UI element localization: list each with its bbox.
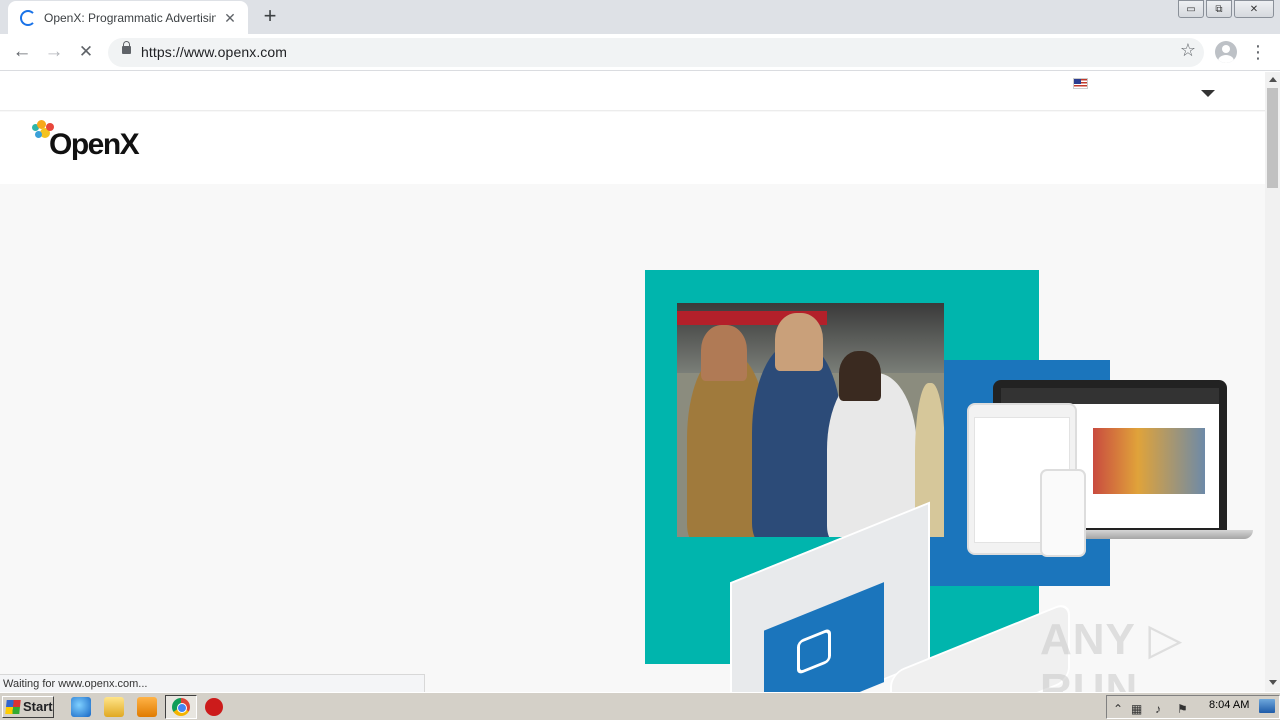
chrome-icon xyxy=(172,698,190,716)
browser-toolbar: ← → ✕ https://www.openx.com ☆ ⋮ xyxy=(0,34,1280,71)
system-tray: ⌃ ▦ ♪ ⚑ xyxy=(1106,695,1280,719)
volume-icon[interactable]: ♪ xyxy=(1155,702,1161,716)
tab-title: OpenX: Programmatic Advertising | A xyxy=(44,10,216,25)
phone-illustration xyxy=(1040,469,1086,557)
internet-explorer-icon[interactable] xyxy=(71,697,91,717)
show-desktop-icon[interactable] xyxy=(1259,699,1275,713)
loading-spinner-icon xyxy=(20,9,36,26)
start-button[interactable]: Start xyxy=(2,696,54,718)
close-window-button[interactable]: ✕ xyxy=(1234,0,1274,18)
back-arrow-icon[interactable]: ← xyxy=(10,40,34,64)
media-player-icon[interactable] xyxy=(137,697,157,717)
opera-icon[interactable] xyxy=(205,698,223,716)
new-tab-button[interactable]: + xyxy=(258,5,282,29)
tab-close-icon[interactable]: ✕ xyxy=(222,10,238,26)
scroll-down-arrow-icon[interactable] xyxy=(1269,680,1277,685)
utility-bar xyxy=(0,72,1265,111)
bookmark-star-icon[interactable]: ☆ xyxy=(1180,40,1196,61)
action-center-flag-icon[interactable]: ⚑ xyxy=(1177,702,1188,716)
show-hidden-icons-icon[interactable]: ⌃ xyxy=(1113,702,1123,716)
person-head xyxy=(701,325,747,381)
status-bubble: Waiting for www.openx.com... xyxy=(0,674,425,692)
start-label: Start xyxy=(23,699,53,714)
network-icon[interactable]: ▦ xyxy=(1131,702,1142,716)
forward-arrow-icon[interactable]: → xyxy=(42,40,66,64)
scrollbar-thumb[interactable] xyxy=(1267,88,1278,188)
scroll-up-arrow-icon[interactable] xyxy=(1269,77,1277,82)
url-text[interactable]: https://www.openx.com xyxy=(141,44,287,60)
hero-photo xyxy=(677,303,944,537)
windows-taskbar: Start ⌃ ▦ ♪ ⚑ 8:04 AM xyxy=(0,692,1280,720)
web-page: OpenX ANY ▷ RUN Waiting for www.openx.co… xyxy=(0,72,1265,692)
site-header: OpenX xyxy=(0,112,1265,184)
us-flag-icon[interactable] xyxy=(1073,78,1088,89)
person-head xyxy=(775,313,823,371)
person-head xyxy=(839,351,881,401)
logo-wordmark: OpenX xyxy=(49,128,140,161)
windows-logo-icon xyxy=(5,700,21,714)
stop-loading-icon[interactable]: ✕ xyxy=(74,40,98,64)
anyrun-watermark: ANY ▷ RUN xyxy=(1040,615,1184,692)
restore-button[interactable]: ⧉ xyxy=(1206,0,1232,18)
openx-logo[interactable]: OpenX xyxy=(32,120,162,166)
lock-icon[interactable] xyxy=(122,41,131,54)
window-controls: ▭ ⧉ ✕ xyxy=(1176,0,1274,18)
chrome-taskbar-button[interactable] xyxy=(165,695,197,719)
chrome-menu-icon[interactable]: ⋮ xyxy=(1248,40,1268,64)
language-dropdown-caret-icon[interactable] xyxy=(1201,90,1215,97)
page-scrollbar[interactable] xyxy=(1265,72,1280,692)
profile-avatar-icon[interactable] xyxy=(1215,41,1237,63)
minimize-button[interactable]: ▭ xyxy=(1178,0,1204,18)
logo-dot xyxy=(35,131,42,138)
browser-tab[interactable]: OpenX: Programmatic Advertising | A ✕ xyxy=(8,1,248,34)
taskbar-clock[interactable]: 8:04 AM xyxy=(1209,699,1249,711)
file-explorer-icon[interactable] xyxy=(104,697,124,717)
address-bar[interactable]: https://www.openx.com ☆ xyxy=(108,38,1204,67)
tab-strip: OpenX: Programmatic Advertising | A ✕ + … xyxy=(0,0,1280,34)
